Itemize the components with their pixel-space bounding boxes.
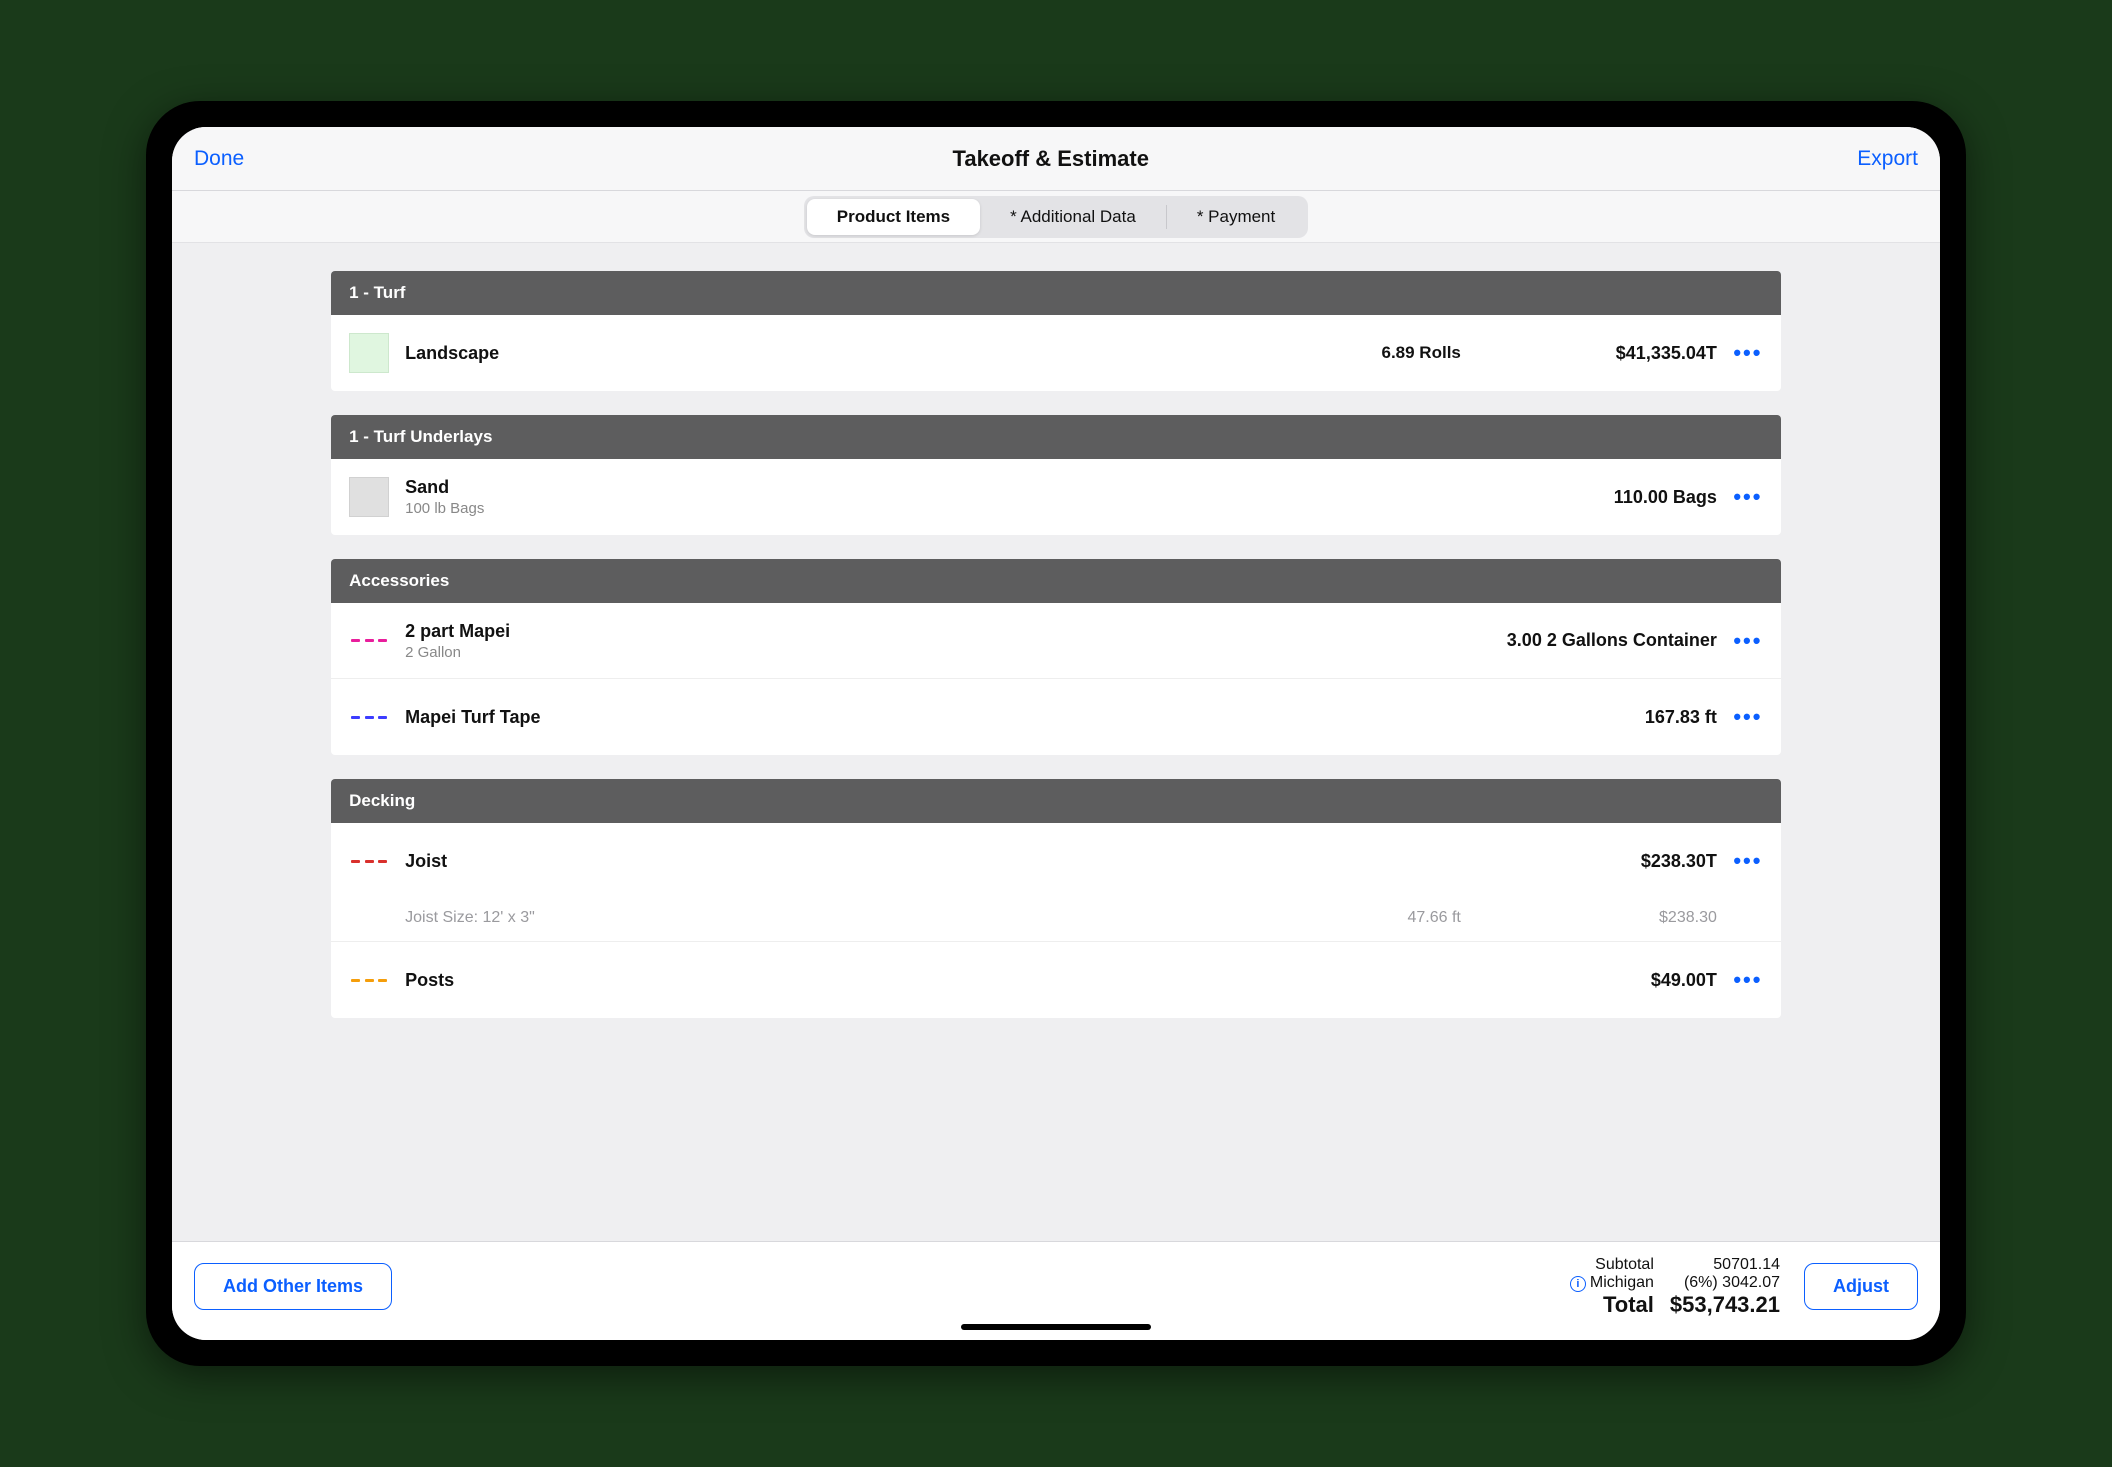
section-header: Decking [331, 779, 1781, 823]
row-price: 110.00 Bags [1477, 487, 1717, 508]
row-landscape[interactable]: Landscape 6.89 Rolls $41,335.04T ••• [331, 315, 1781, 391]
device-frame: Done Takeoff & Estimate Export Product I… [146, 101, 1966, 1365]
dashes-icon [349, 621, 389, 661]
row-subtitle: 100 lb Bags [405, 500, 1265, 517]
more-icon[interactable]: ••• [1733, 704, 1763, 730]
total-label: Total [1570, 1292, 1654, 1318]
more-icon[interactable]: ••• [1733, 848, 1763, 874]
row-title: Posts [405, 970, 1265, 991]
detail-price: $238.30 [1477, 909, 1717, 927]
row-subtitle: 2 Gallon [405, 644, 1265, 661]
row-price: 167.83 ft [1477, 707, 1717, 728]
more-icon[interactable]: ••• [1733, 967, 1763, 993]
row-price: $238.30T [1477, 851, 1717, 872]
row-joist[interactable]: Joist $238.30T ••• [331, 823, 1781, 899]
row-quantity: 6.89 Rolls [1281, 343, 1461, 363]
segmented-bar: Product Items * Additional Data * Paymen… [172, 191, 1940, 243]
home-indicator [961, 1324, 1151, 1330]
info-icon[interactable]: i [1570, 1276, 1586, 1292]
dashes-icon [349, 841, 389, 881]
row-mapei-2part[interactable]: 2 part Mapei 2 Gallon 3.00 2 Gallons Con… [331, 603, 1781, 679]
row-title: Sand [405, 477, 1265, 498]
subtotal-value: 50701.14 [1670, 1256, 1780, 1274]
section-turf-underlays: 1 - Turf Underlays Sand 100 lb Bags 110.… [331, 415, 1781, 535]
row-price: 3.00 2 Gallons Container [1477, 630, 1717, 651]
row-price: $41,335.04T [1477, 343, 1717, 364]
totals-block: Subtotal 50701.14 iMichigan (6%) 3042.07… [1570, 1256, 1780, 1318]
page-title: Takeoff & Estimate [953, 146, 1149, 172]
row-title: Joist [405, 851, 1265, 872]
row-title: 2 part Mapei [405, 621, 1265, 642]
row-price: $49.00T [1477, 970, 1717, 991]
row-sand[interactable]: Sand 100 lb Bags 110.00 Bags ••• [331, 459, 1781, 535]
swatch-icon [349, 333, 389, 373]
row-title: Mapei Turf Tape [405, 707, 1265, 728]
footer-right: Subtotal 50701.14 iMichigan (6%) 3042.07… [1570, 1256, 1918, 1318]
dashes-icon [349, 960, 389, 1000]
tax-value: (6%) 3042.07 [1670, 1274, 1780, 1292]
more-icon[interactable]: ••• [1733, 628, 1763, 654]
row-title: Landscape [405, 343, 1265, 364]
section-accessories: Accessories 2 part Mapei 2 Gallon 3.00 2… [331, 559, 1781, 755]
navbar: Done Takeoff & Estimate Export [172, 127, 1940, 191]
swatch-icon [349, 477, 389, 517]
row-joist-detail: Joist Size: 12' x 3" 47.66 ft $238.30 [331, 899, 1781, 942]
section-header: 1 - Turf [331, 271, 1781, 315]
row-mapei-tape[interactable]: Mapei Turf Tape 167.83 ft ••• [331, 679, 1781, 755]
screen: Done Takeoff & Estimate Export Product I… [172, 127, 1940, 1339]
tab-additional-data[interactable]: * Additional Data [980, 199, 1166, 235]
tax-label: iMichigan [1570, 1274, 1654, 1292]
segmented-control: Product Items * Additional Data * Paymen… [804, 196, 1309, 238]
dashes-icon [349, 697, 389, 737]
detail-label: Joist Size: 12' x 3" [405, 909, 1265, 927]
section-header: Accessories [331, 559, 1781, 603]
section-header: 1 - Turf Underlays [331, 415, 1781, 459]
section-decking: Decking Joist $238.30T ••• Joist Size: 1… [331, 779, 1781, 1018]
tab-product-items[interactable]: Product Items [807, 199, 980, 235]
adjust-button[interactable]: Adjust [1804, 1263, 1918, 1310]
detail-qty: 47.66 ft [1281, 909, 1461, 927]
add-other-items-button[interactable]: Add Other Items [194, 1263, 392, 1310]
total-value: $53,743.21 [1670, 1292, 1780, 1318]
export-button[interactable]: Export [1857, 147, 1918, 171]
section-turf: 1 - Turf Landscape 6.89 Rolls $41,335.04… [331, 271, 1781, 391]
content-scroll[interactable]: 1 - Turf Landscape 6.89 Rolls $41,335.04… [172, 243, 1940, 1240]
tab-payment[interactable]: * Payment [1167, 199, 1305, 235]
subtotal-label: Subtotal [1570, 1256, 1654, 1274]
more-icon[interactable]: ••• [1733, 484, 1763, 510]
more-icon[interactable]: ••• [1733, 340, 1763, 366]
done-button[interactable]: Done [194, 147, 244, 171]
row-posts[interactable]: Posts $49.00T ••• [331, 942, 1781, 1018]
